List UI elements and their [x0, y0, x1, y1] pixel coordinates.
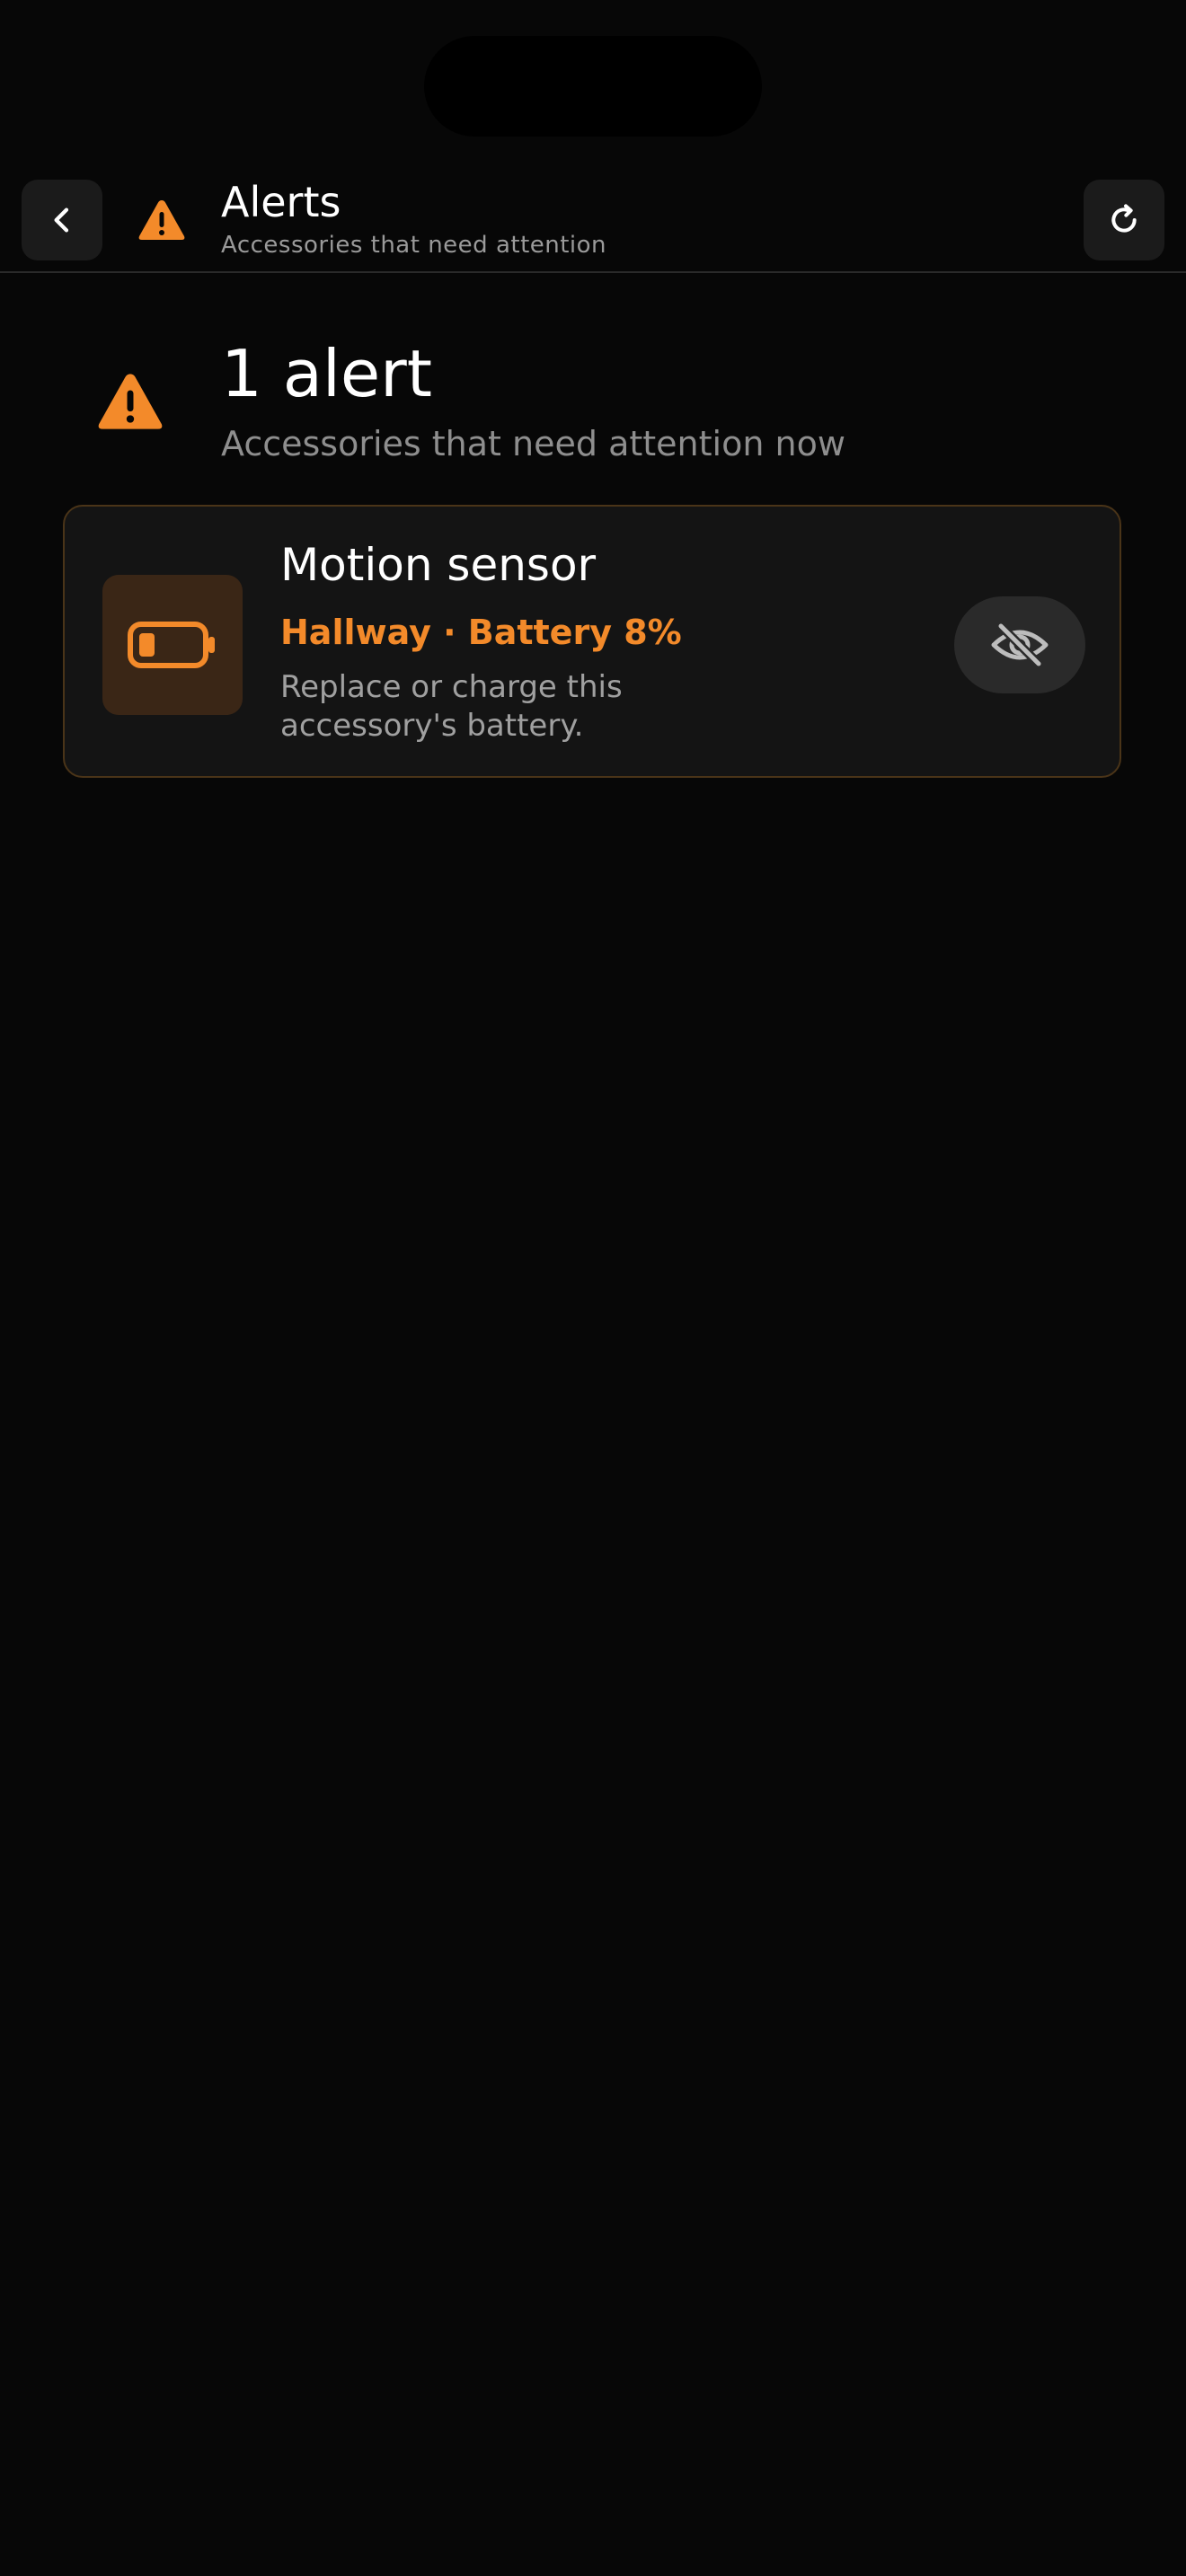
warning-triangle-icon	[138, 200, 185, 240]
accessory-icon-tile	[102, 575, 243, 715]
eye-slash-icon	[991, 622, 1049, 667]
alert-description: Replace or charge this accessory's batte…	[280, 669, 623, 744]
alert-card[interactable]: Motion sensor Hallway · Battery 8% Repla…	[63, 505, 1121, 778]
chevron-left-icon	[54, 207, 69, 233]
accessory-name: Motion sensor	[280, 539, 597, 591]
warning-triangle-icon	[98, 374, 163, 429]
refresh-icon	[1111, 204, 1137, 233]
app-header: Alerts Accessories that need attention	[0, 171, 1186, 273]
refresh-button[interactable]	[1084, 180, 1164, 260]
page-subtitle: Accessories that need attention	[221, 232, 607, 259]
alert-count: 1 alert	[221, 336, 432, 411]
dynamic-island	[424, 36, 762, 137]
back-button[interactable]	[22, 180, 102, 260]
battery-low-icon	[128, 622, 215, 668]
page-title: Alerts	[221, 178, 341, 226]
hide-alert-button[interactable]	[954, 596, 1085, 693]
accessory-location-battery: Hallway · Battery 8%	[280, 613, 682, 652]
alert-summary-text: Accessories that need attention now	[221, 424, 845, 463]
